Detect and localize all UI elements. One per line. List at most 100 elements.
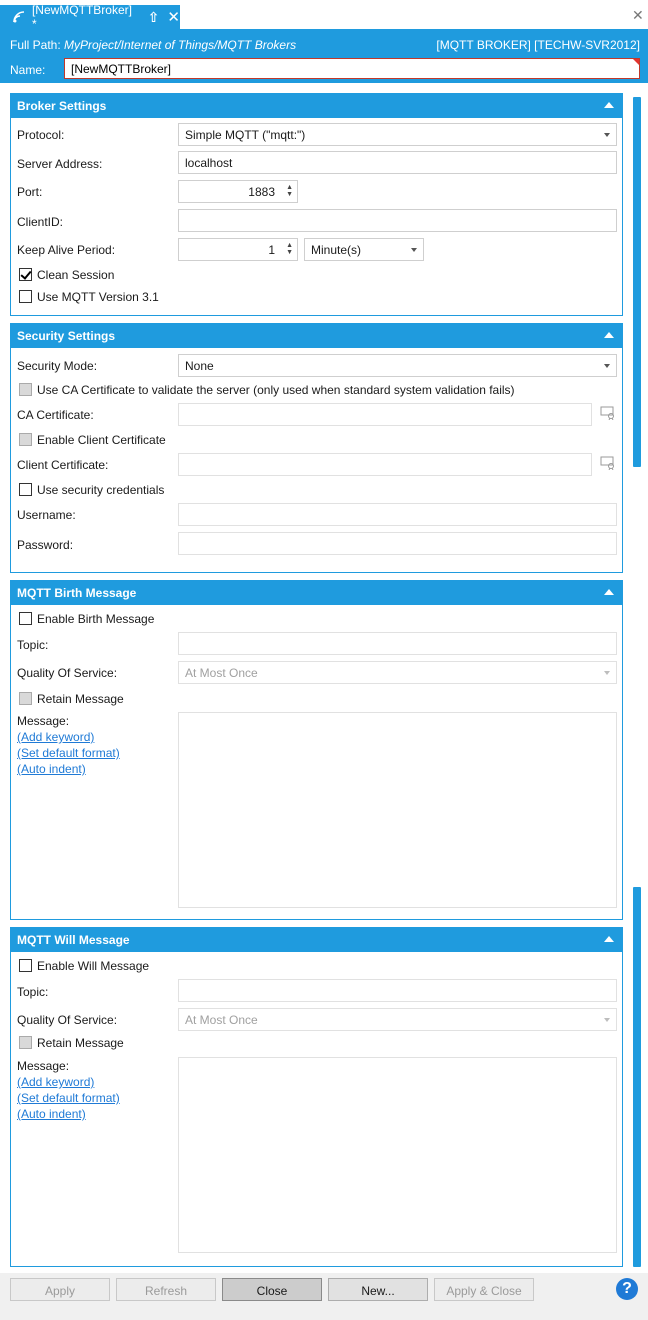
server-address-input[interactable]: localhost	[178, 151, 617, 174]
protocol-label: Protocol:	[17, 128, 65, 142]
keep-alive-value: 1	[268, 243, 275, 257]
collapse-caret-icon[interactable]	[604, 589, 614, 595]
section-header[interactable]: MQTT Will Message	[11, 928, 622, 952]
add-keyword-link[interactable]: (Add keyword)	[17, 730, 94, 744]
birth-message-editor[interactable]	[178, 712, 617, 908]
protocol-value: Simple MQTT ("mqtt:")	[185, 128, 306, 142]
scrollbar-track-active[interactable]	[633, 887, 641, 1267]
broadcast-icon	[13, 11, 25, 23]
pin-up-arrow-icon[interactable]: ⇧	[148, 9, 160, 26]
spinner-arrows-icon[interactable]: ▲ ▼	[286, 184, 293, 198]
qos-label: Quality Of Service:	[17, 666, 118, 680]
chevron-down-icon	[604, 364, 610, 368]
birth-topic-input[interactable]	[178, 632, 617, 655]
spinner-arrows-icon[interactable]: ▲ ▼	[286, 242, 293, 256]
use-ca-checkbox[interactable]	[19, 383, 32, 396]
client-certificate-label: Client Certificate:	[17, 458, 109, 472]
will-message-section: MQTT Will Message Enable Will Message To…	[10, 927, 623, 1267]
qos-label: Quality Of Service:	[17, 1013, 118, 1027]
retain-message-label: Retain Message	[37, 692, 124, 706]
collapse-caret-icon[interactable]	[604, 936, 614, 942]
keep-alive-label: Keep Alive Period:	[17, 243, 116, 257]
refresh-button[interactable]: Refresh	[116, 1278, 216, 1301]
mqtt31-label: Use MQTT Version 3.1	[37, 290, 159, 304]
set-default-format-link[interactable]: (Set default format)	[17, 746, 120, 760]
retain-message-label: Retain Message	[37, 1036, 124, 1050]
enable-birth-checkbox[interactable]	[19, 612, 32, 625]
broker-settings-section: Broker Settings Protocol: Simple MQTT ("…	[10, 93, 623, 316]
qos-value: At Most Once	[185, 666, 258, 680]
chevron-down-icon	[604, 671, 610, 675]
keep-alive-unit-dropdown[interactable]: Minute(s)	[304, 238, 424, 261]
security-mode-dropdown[interactable]: None	[178, 354, 617, 377]
chevron-down-icon	[604, 133, 610, 137]
client-certificate-input[interactable]	[178, 453, 592, 476]
clean-session-checkbox[interactable]	[19, 268, 32, 281]
mqtt31-checkbox[interactable]	[19, 290, 32, 303]
tab-title: [NewMQTTBroker] *	[31, 3, 132, 31]
retain-message-checkbox[interactable]	[19, 1036, 32, 1049]
ca-certificate-input[interactable]	[178, 403, 592, 426]
retain-message-checkbox[interactable]	[19, 692, 32, 705]
enable-birth-label: Enable Birth Message	[37, 612, 155, 626]
will-topic-input[interactable]	[178, 979, 617, 1002]
message-label: Message:	[17, 714, 70, 728]
scrollbar-thumb[interactable]	[633, 97, 641, 467]
enable-client-cert-checkbox[interactable]	[19, 433, 32, 446]
birth-qos-dropdown[interactable]: At Most Once	[178, 661, 617, 684]
close-icon[interactable]: ✕	[167, 8, 180, 26]
server-address-label: Server Address:	[17, 157, 103, 171]
clientid-label: ClientID:	[17, 215, 64, 229]
keep-alive-stepper[interactable]: 1 ▲ ▼	[178, 238, 298, 261]
section-title: Broker Settings	[17, 99, 107, 113]
clean-session-label: Clean Session	[37, 268, 115, 282]
password-input[interactable]	[178, 532, 617, 555]
will-message-editor[interactable]	[178, 1057, 617, 1253]
auto-indent-link[interactable]: (Auto indent)	[17, 762, 86, 776]
use-ca-label: Use CA Certificate to validate the serve…	[37, 383, 515, 397]
birth-message-section: MQTT Birth Message Enable Birth Message …	[10, 580, 623, 920]
set-default-format-link[interactable]: (Set default format)	[17, 1091, 120, 1105]
protocol-dropdown[interactable]: Simple MQTT ("mqtt:")	[178, 123, 617, 146]
chevron-down-icon	[411, 248, 417, 252]
clientid-input[interactable]	[178, 209, 617, 232]
new-button[interactable]: New...	[328, 1278, 428, 1301]
add-keyword-link[interactable]: (Add keyword)	[17, 1075, 94, 1089]
qos-value: At Most Once	[185, 1013, 258, 1027]
collapse-caret-icon[interactable]	[604, 102, 614, 108]
apply-button[interactable]: Apply	[10, 1278, 110, 1301]
certificate-picker-icon[interactable]	[600, 406, 616, 420]
enable-client-cert-label: Enable Client Certificate	[37, 433, 166, 447]
use-credentials-label: Use security credentials	[37, 483, 165, 497]
port-stepper[interactable]: 1883 ▲ ▼	[178, 180, 298, 203]
help-icon[interactable]: ?	[616, 1278, 638, 1300]
window-close-icon[interactable]: ✕	[632, 7, 644, 24]
header-bar: Full Path: MyProject/Internet of Things/…	[0, 29, 648, 83]
section-header[interactable]: Broker Settings	[11, 94, 622, 118]
message-label: Message:	[17, 1059, 70, 1073]
document-tab[interactable]: [NewMQTTBroker] * ⇧ ✕	[0, 3, 180, 31]
ca-certificate-label: CA Certificate:	[17, 408, 94, 422]
enable-will-label: Enable Will Message	[37, 959, 150, 973]
section-title: MQTT Will Message	[17, 933, 130, 947]
port-label: Port:	[17, 185, 43, 199]
security-settings-section: Security Settings Security Mode: None Us…	[10, 323, 623, 573]
section-header[interactable]: Security Settings	[11, 324, 622, 348]
will-qos-dropdown[interactable]: At Most Once	[178, 1008, 617, 1031]
username-input[interactable]	[178, 503, 617, 526]
apply-close-button[interactable]: Apply & Close	[434, 1278, 534, 1301]
section-title: MQTT Birth Message	[17, 586, 137, 600]
name-label: Name:	[10, 63, 46, 77]
port-value: 1883	[248, 185, 275, 199]
close-button[interactable]: Close	[222, 1278, 322, 1301]
enable-will-checkbox[interactable]	[19, 959, 32, 972]
full-path-label: Full Path:	[10, 38, 61, 52]
collapse-caret-icon[interactable]	[604, 332, 614, 338]
section-header[interactable]: MQTT Birth Message	[11, 581, 622, 605]
use-credentials-checkbox[interactable]	[19, 483, 32, 496]
certificate-picker-icon[interactable]	[600, 456, 616, 470]
name-input[interactable]: [NewMQTTBroker]	[64, 58, 640, 79]
topic-label: Topic:	[17, 638, 49, 652]
security-mode-value: None	[185, 359, 214, 373]
auto-indent-link[interactable]: (Auto indent)	[17, 1107, 86, 1121]
